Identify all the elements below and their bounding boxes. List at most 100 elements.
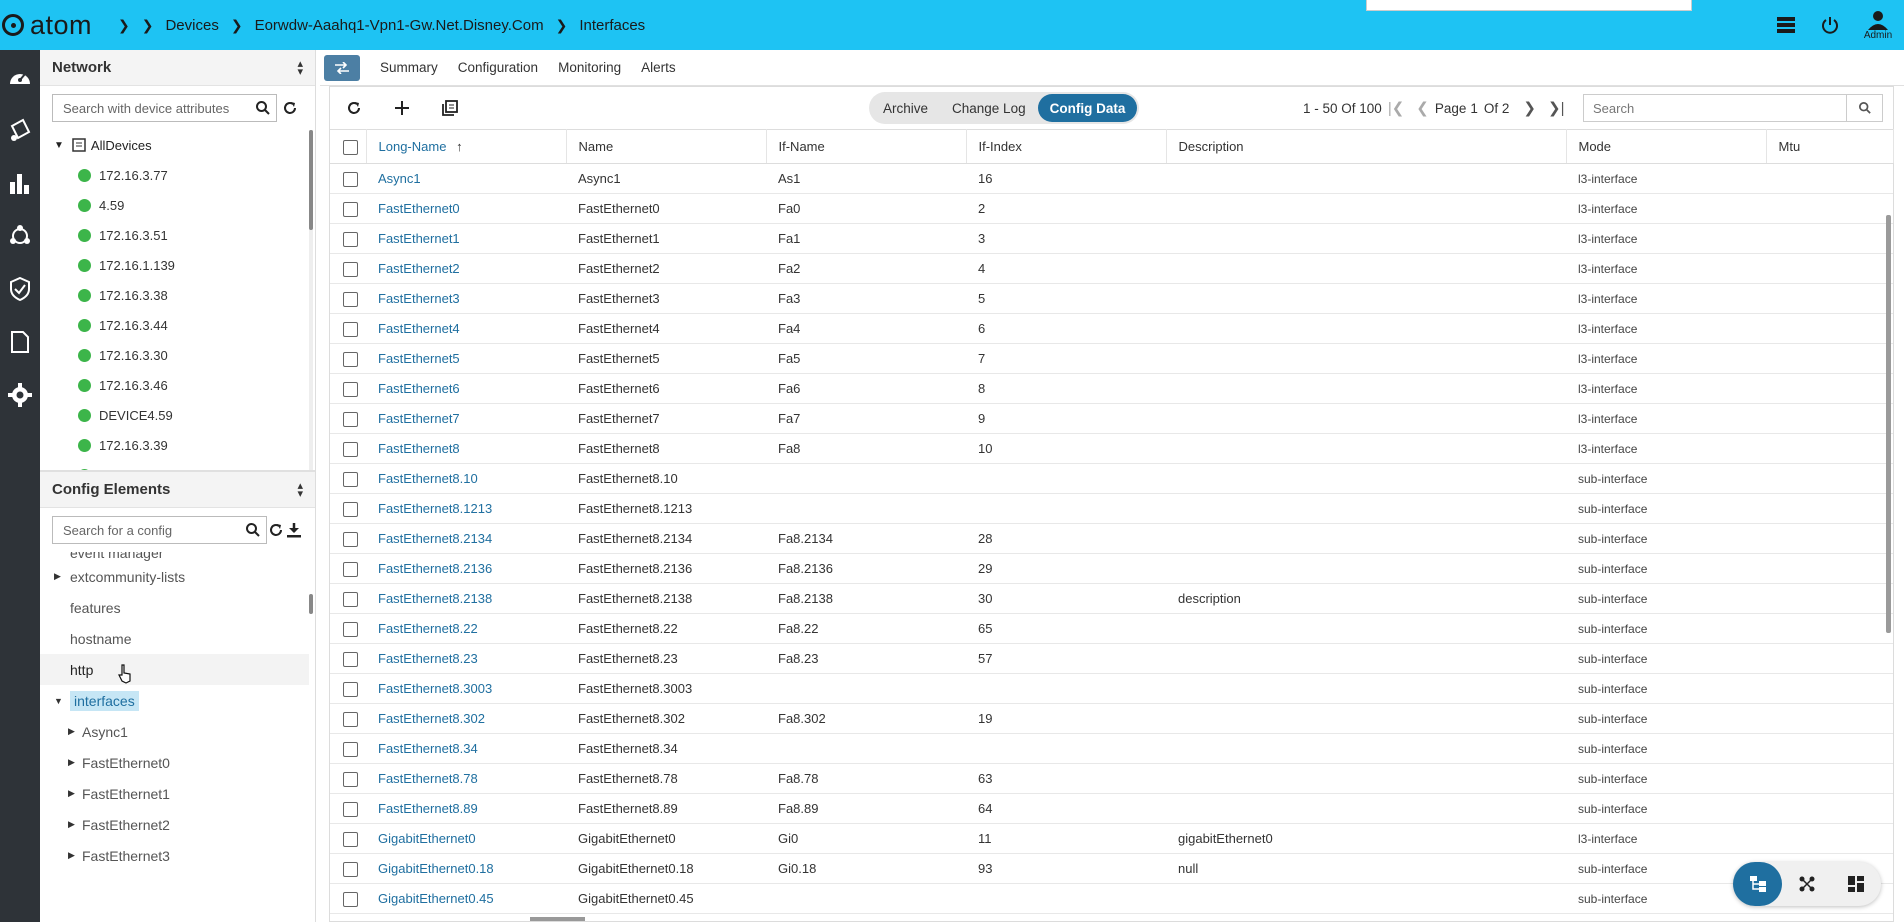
device-item[interactable] — [40, 460, 315, 470]
user-menu[interactable]: Admin — [1852, 10, 1904, 41]
long-name-link[interactable]: GigabitEthernet0 — [366, 823, 566, 854]
row-checkbox[interactable] — [330, 733, 366, 764]
column-header-mtu[interactable]: Mtu — [1766, 129, 1894, 164]
long-name-link[interactable]: FastEthernet8.34 — [366, 733, 566, 764]
long-name-link[interactable]: FastEthernet8 — [366, 433, 566, 464]
long-name-link[interactable]: FastEthernet8.2134 — [366, 523, 566, 554]
config-item-features[interactable]: features — [40, 592, 315, 623]
first-page-icon[interactable]: |❮ — [1388, 99, 1404, 117]
inventory-icon[interactable] — [0, 103, 40, 156]
document-icon[interactable] — [0, 315, 40, 368]
long-name-link[interactable]: FastEthernet5 — [366, 343, 566, 374]
tree-view-icon[interactable] — [1733, 862, 1783, 906]
row-checkbox[interactable] — [330, 523, 366, 554]
table-row[interactable]: FastEthernet8.2138 FastEthernet8.2138 Fa8.… — [330, 583, 1893, 614]
topology-view-icon[interactable] — [1782, 862, 1831, 906]
row-checkbox[interactable] — [330, 433, 366, 464]
copy-icon[interactable] — [426, 87, 474, 129]
table-row[interactable]: FastEthernet8.2134 FastEthernet8.2134 Fa8.… — [330, 523, 1893, 554]
table-row[interactable]: FastEthernet8.78 FastEthernet8.78 Fa8.78 63… — [330, 763, 1893, 794]
row-checkbox[interactable] — [330, 613, 366, 644]
download-icon[interactable] — [285, 516, 303, 544]
expand-collapse-icon[interactable]: ▴ ▾ — [297, 480, 303, 499]
table-row[interactable]: FastEthernet8.10 FastEthernet8.10 sub-inte… — [330, 463, 1893, 494]
table-row[interactable]: FastEthernet8.1213 FastEthernet8.1213 sub-… — [330, 493, 1893, 524]
long-name-link[interactable]: FastEthernet8.89 — [366, 793, 566, 824]
long-name-link[interactable]: FastEthernet8.10 — [366, 463, 566, 494]
row-checkbox[interactable] — [330, 313, 366, 344]
table-row[interactable]: FastEthernet8.22 FastEthernet8.22 Fa8.22 65… — [330, 613, 1893, 644]
row-checkbox[interactable] — [330, 373, 366, 404]
caret-right-icon[interactable]: ▶ — [68, 726, 82, 737]
add-icon[interactable] — [378, 87, 426, 129]
device-item[interactable]: DEVICE4.59 — [40, 400, 315, 430]
settings-icon[interactable] — [0, 368, 40, 421]
long-name-link[interactable]: FastEthernet8.23 — [366, 643, 566, 674]
row-checkbox[interactable] — [330, 253, 366, 284]
device-item[interactable]: 4.59 — [40, 190, 315, 220]
table-row[interactable]: FastEthernet4 FastEthernet4 Fa4 6 l3-interfa… — [330, 313, 1893, 344]
segment-archive[interactable]: Archive — [871, 94, 940, 122]
column-header-mode[interactable]: Mode — [1566, 129, 1767, 164]
row-checkbox[interactable] — [330, 853, 366, 884]
config-child-item[interactable]: ▶ FastEthernet0 — [40, 747, 315, 778]
tab-alerts[interactable]: Alerts — [641, 60, 676, 75]
row-checkbox[interactable] — [330, 883, 366, 914]
topology-icon[interactable] — [0, 209, 40, 262]
long-name-link[interactable]: FastEthernet8.78 — [366, 763, 566, 794]
grid-search-input[interactable]: Search — [1583, 94, 1883, 122]
prev-page-icon[interactable]: ❮ — [1416, 99, 1429, 117]
table-row[interactable]: GigabitEthernet0 GigabitEthernet0 Gi0 11 gig… — [330, 823, 1893, 854]
long-name-link[interactable]: FastEthernet8.2136 — [366, 553, 566, 584]
table-row[interactable]: FastEthernet5 FastEthernet5 Fa5 7 l3-interfa… — [330, 343, 1893, 374]
config-item-hostname[interactable]: hostname — [40, 623, 315, 654]
long-name-link[interactable]: FastEthernet8.302 — [366, 703, 566, 734]
device-item[interactable]: 172.16.3.44 — [40, 310, 315, 340]
segment-change-log[interactable]: Change Log — [940, 94, 1038, 122]
config-child-item[interactable]: ▶ FastEthernet3 — [40, 840, 315, 871]
table-row[interactable]: FastEthernet8.34 FastEthernet8.34 sub-inte… — [330, 733, 1893, 764]
config-panel-header[interactable]: Config Elements ▴ ▾ — [40, 470, 315, 508]
tab-monitoring[interactable]: Monitoring — [558, 60, 621, 75]
long-name-link[interactable]: FastEthernet8.1213 — [366, 493, 566, 524]
column-header-if-index[interactable]: If-Index — [966, 129, 1167, 164]
device-item[interactable]: 172.16.3.46 — [40, 370, 315, 400]
grid-vertical-scrollbar[interactable] — [1886, 215, 1891, 633]
row-checkbox[interactable] — [330, 403, 366, 434]
long-name-link[interactable]: FastEthernet4 — [366, 313, 566, 344]
caret-down-icon[interactable]: ▼ — [54, 696, 68, 706]
tab-configuration[interactable]: Configuration — [458, 60, 538, 75]
caret-right-icon[interactable]: ▶ — [68, 757, 82, 768]
row-checkbox[interactable] — [330, 823, 366, 854]
table-row[interactable]: FastEthernet3 FastEthernet3 Fa3 5 l3-interfa… — [330, 283, 1893, 314]
long-name-link[interactable]: GigabitEthernet0.45 — [366, 883, 566, 914]
refresh-icon[interactable] — [277, 94, 303, 122]
table-row[interactable]: FastEthernet8.3003 FastEthernet8.3003 sub-… — [330, 673, 1893, 704]
page-number[interactable]: 1 — [1470, 101, 1478, 116]
long-name-link[interactable]: FastEthernet3 — [366, 283, 566, 314]
device-item[interactable]: 172.16.1.139 — [40, 250, 315, 280]
long-name-link[interactable]: FastEthernet6 — [366, 373, 566, 404]
device-item[interactable]: 172.16.3.38 — [40, 280, 315, 310]
table-row[interactable]: FastEthernet7 FastEthernet7 Fa7 9 l3-interfa… — [330, 403, 1893, 434]
config-child-item[interactable]: ▶ FastEthernet2 — [40, 809, 315, 840]
row-checkbox[interactable] — [330, 643, 366, 674]
device-item[interactable]: 172.16.3.77 — [40, 160, 315, 190]
server-icon[interactable] — [1764, 0, 1808, 50]
column-header-if-name[interactable]: If-Name — [766, 129, 967, 164]
app-logo[interactable]: atom — [0, 10, 106, 41]
table-row[interactable]: GigabitEthernet0.18 GigabitEthernet0.18 Gi… — [330, 853, 1893, 884]
row-checkbox[interactable] — [330, 283, 366, 314]
long-name-link[interactable]: Async1 — [366, 163, 566, 194]
config-item-extcommunity[interactable]: ▶ extcommunity-lists — [40, 561, 315, 592]
row-checkbox[interactable] — [330, 463, 366, 494]
column-header-description[interactable]: Description — [1166, 129, 1567, 164]
breadcrumb-device[interactable]: Eorwdw-Aaahq1-Vpn1-Gw.Net.Disney.Com — [255, 17, 544, 34]
caret-right-icon[interactable]: ▶ — [54, 571, 68, 582]
dashboard-view-icon[interactable] — [1832, 862, 1881, 906]
row-checkbox[interactable] — [330, 553, 366, 584]
table-row[interactable]: Async1 Async1 As1 16 l3-interface — [330, 163, 1893, 194]
long-name-link[interactable]: FastEthernet2 — [366, 253, 566, 284]
next-page-icon[interactable]: ❯ — [1523, 99, 1536, 117]
tree-root-alldevices[interactable]: ▼ AllDevices — [40, 130, 315, 160]
